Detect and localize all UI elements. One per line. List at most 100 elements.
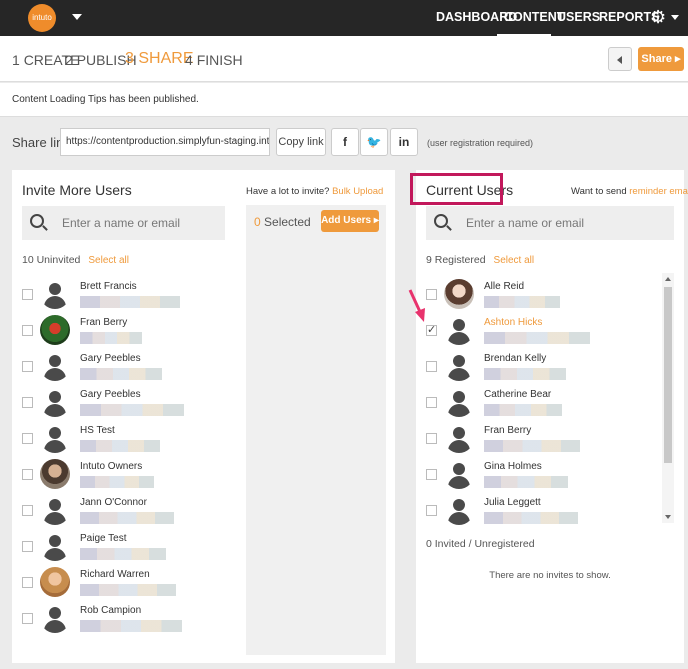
invite-user-row[interactable]: Gary Peebles (22, 349, 222, 385)
user-name: Ashton Hicks (484, 317, 543, 328)
gear-icon[interactable]: ⚙ (650, 6, 670, 28)
facebook-icon[interactable]: f (331, 128, 359, 156)
linkedin-icon[interactable]: in (390, 128, 418, 156)
user-checkbox[interactable] (22, 613, 33, 624)
current-user-row[interactable]: Alle Reid (426, 277, 656, 313)
reminder-emails-link[interactable]: reminder emails? (629, 186, 688, 197)
user-checkbox[interactable] (22, 433, 33, 444)
invited-count: 0 Invited / Unregistered (426, 538, 535, 550)
user-checkbox[interactable] (22, 505, 33, 516)
user-checkbox[interactable] (22, 325, 33, 336)
scroll-down-icon[interactable] (665, 515, 671, 519)
share-link-input[interactable]: https://contentproduction.simplyfun-stag… (60, 128, 270, 156)
registered-count: 9 Registered Select all (426, 254, 535, 266)
user-checkbox[interactable] (22, 397, 33, 408)
avatar (40, 387, 70, 417)
selected-count: 0 Selected (254, 215, 311, 229)
user-email-redacted (80, 512, 174, 524)
add-users-button[interactable]: Add Users ▸ (321, 210, 379, 232)
select-all-registered[interactable]: Select all (494, 255, 535, 266)
intuto-logo[interactable]: intuto (28, 4, 56, 32)
current-user-row[interactable]: Catherine Bear (426, 385, 656, 421)
step-share[interactable]: 3 SHARE (125, 50, 193, 68)
current-user-row[interactable]: Gina Holmes (426, 457, 656, 493)
avatar (444, 495, 474, 525)
current-search-input[interactable]: Enter a name or email (466, 216, 584, 230)
user-checkbox[interactable] (426, 323, 437, 336)
invite-search[interactable]: Enter a name or email (22, 206, 225, 240)
user-checkbox[interactable] (22, 469, 33, 480)
content-title: Content Loading Tips (12, 94, 107, 105)
avatar (40, 531, 70, 561)
avatar (40, 603, 70, 633)
user-email-redacted (80, 296, 180, 308)
invite-user-row[interactable]: Rob Campion (22, 601, 222, 637)
user-checkbox[interactable] (426, 361, 437, 372)
scrollbar-thumb[interactable] (664, 287, 672, 463)
invite-user-row[interactable]: Gary Peebles (22, 385, 222, 421)
user-checkbox[interactable] (22, 541, 33, 552)
reminder-prompt: Want to send reminder emails? (571, 186, 688, 197)
user-name: Julia Leggett (484, 497, 541, 508)
avatar (40, 567, 70, 597)
user-checkbox[interactable] (426, 469, 437, 480)
nav-users[interactable]: USERS (557, 0, 600, 36)
user-name: Brendan Kelly (484, 353, 547, 364)
selected-box: 0 Selected Add Users ▸ (246, 205, 386, 655)
avatar (444, 423, 474, 453)
user-checkbox[interactable] (426, 289, 437, 300)
user-checkbox[interactable] (22, 289, 33, 300)
invite-user-row[interactable]: Paige Test (22, 529, 222, 565)
invite-search-input[interactable]: Enter a name or email (62, 216, 180, 230)
search-icon (434, 214, 448, 228)
invite-user-row[interactable]: Richard Warren (22, 565, 222, 601)
share-button[interactable]: Share ▸ (638, 47, 684, 71)
user-name: Gary Peebles (80, 389, 141, 400)
invite-user-row[interactable]: Jann O'Connor (22, 493, 222, 529)
top-nav: intuto DASHBOARD CONTENT USERS REPORTS ⚙ (0, 0, 688, 36)
no-invites-message: There are no invites to show. (489, 570, 611, 581)
nav-content[interactable]: CONTENT (497, 0, 564, 36)
chevron-down-icon[interactable] (72, 14, 82, 20)
user-email-redacted (484, 296, 560, 308)
user-name: Fran Berry (484, 425, 532, 436)
current-user-row[interactable]: Ashton Hicks (426, 313, 656, 349)
twitter-icon[interactable]: 🐦 (360, 128, 388, 156)
user-checkbox[interactable] (426, 505, 437, 516)
bulk-upload-link[interactable]: Bulk Upload (332, 186, 383, 197)
invite-user-row[interactable]: Fran Berry (22, 313, 222, 349)
share-link-row: Share link https://contentproduction.sim… (0, 118, 688, 168)
scroll-up-icon[interactable] (665, 277, 671, 281)
highlight-box (410, 173, 503, 205)
pointer-arrow-icon (408, 289, 425, 322)
invite-user-row[interactable]: Intuto Owners (22, 457, 222, 493)
step-bar: 1 CREATE 2 PUBLISH 3 SHARE 4 FINISH Shar… (0, 36, 688, 82)
user-checkbox[interactable] (426, 433, 437, 444)
current-user-row[interactable]: Brendan Kelly (426, 349, 656, 385)
back-button[interactable] (608, 47, 632, 71)
user-email-redacted (80, 548, 166, 560)
user-name: Richard Warren (80, 569, 150, 580)
invite-user-row[interactable]: Brett Francis (22, 277, 222, 313)
user-name: Rob Campion (80, 605, 142, 616)
current-user-row[interactable]: Julia Leggett (426, 493, 656, 529)
current-user-row[interactable]: Fran Berry (426, 421, 656, 457)
user-email-redacted (80, 404, 184, 416)
user-email-redacted (80, 584, 176, 596)
user-list-scrollbar[interactable] (662, 273, 674, 523)
step-finish[interactable]: 4 FINISH (185, 52, 243, 68)
copy-link-button[interactable]: Copy link (276, 128, 326, 156)
user-name: Gina Holmes (484, 461, 542, 472)
avatar (40, 279, 70, 309)
current-search[interactable]: Enter a name or email (426, 206, 674, 240)
user-checkbox[interactable] (22, 577, 33, 588)
user-checkbox[interactable] (22, 361, 33, 372)
chevron-down-icon[interactable] (671, 15, 679, 20)
select-all-uninvited[interactable]: Select all (88, 255, 129, 266)
avatar (40, 459, 70, 489)
user-email-redacted (80, 620, 182, 632)
user-name: Fran Berry (80, 317, 128, 328)
user-checkbox[interactable] (426, 397, 437, 408)
invite-user-row[interactable]: HS Test (22, 421, 222, 457)
user-name: Jann O'Connor (80, 497, 147, 508)
